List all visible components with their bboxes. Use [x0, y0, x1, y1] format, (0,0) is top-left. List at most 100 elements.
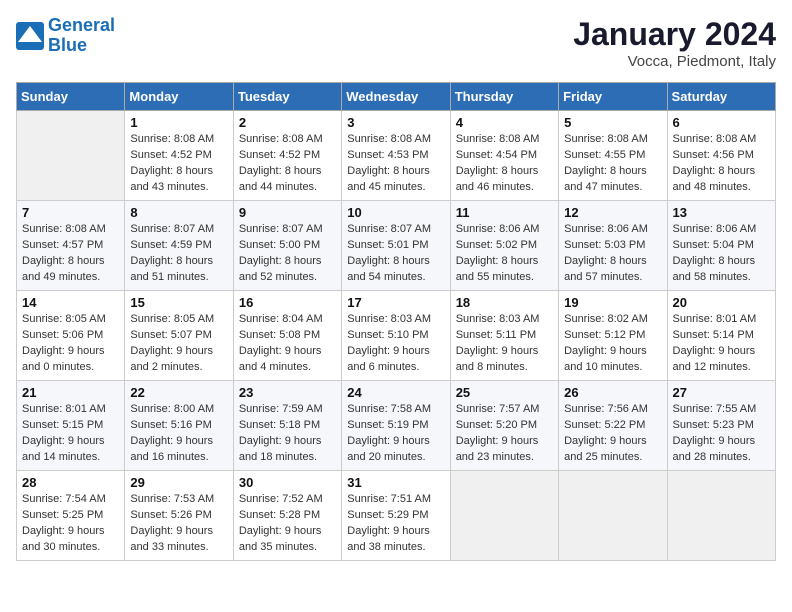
day-number: 6	[673, 115, 770, 130]
day-cell: 26 Sunrise: 7:56 AMSunset: 5:22 PMDayligh…	[559, 381, 667, 471]
day-info: Sunrise: 8:06 AMSunset: 5:04 PMDaylight:…	[673, 222, 770, 286]
day-info: Sunrise: 7:51 AMSunset: 5:29 PMDaylight:…	[347, 492, 444, 556]
day-cell: 10 Sunrise: 8:07 AMSunset: 5:01 PMDayligh…	[342, 201, 450, 291]
day-cell: 14 Sunrise: 8:05 AMSunset: 5:06 PMDayligh…	[17, 291, 125, 381]
weekday-header-row: SundayMondayTuesdayWednesdayThursdayFrid…	[17, 83, 776, 111]
day-cell: 18 Sunrise: 8:03 AMSunset: 5:11 PMDayligh…	[450, 291, 558, 381]
day-info: Sunrise: 8:03 AMSunset: 5:10 PMDaylight:…	[347, 312, 444, 376]
weekday-header-monday: Monday	[125, 83, 233, 111]
day-info: Sunrise: 8:03 AMSunset: 5:11 PMDaylight:…	[456, 312, 553, 376]
day-number: 14	[22, 295, 119, 310]
day-number: 9	[239, 205, 336, 220]
day-cell: 17 Sunrise: 8:03 AMSunset: 5:10 PMDayligh…	[342, 291, 450, 381]
day-info: Sunrise: 7:56 AMSunset: 5:22 PMDaylight:…	[564, 402, 661, 466]
day-number: 19	[564, 295, 661, 310]
day-cell: 30 Sunrise: 7:52 AMSunset: 5:28 PMDayligh…	[233, 471, 341, 561]
weekday-header-tuesday: Tuesday	[233, 83, 341, 111]
day-info: Sunrise: 7:59 AMSunset: 5:18 PMDaylight:…	[239, 402, 336, 466]
day-number: 7	[22, 205, 119, 220]
day-cell: 25 Sunrise: 7:57 AMSunset: 5:20 PMDayligh…	[450, 381, 558, 471]
day-number: 26	[564, 385, 661, 400]
week-row-1: 1 Sunrise: 8:08 AMSunset: 4:52 PMDaylight…	[17, 111, 776, 201]
day-number: 12	[564, 205, 661, 220]
day-info: Sunrise: 7:53 AMSunset: 5:26 PMDaylight:…	[130, 492, 227, 556]
day-cell: 3 Sunrise: 8:08 AMSunset: 4:53 PMDaylight…	[342, 111, 450, 201]
day-info: Sunrise: 8:08 AMSunset: 4:55 PMDaylight:…	[564, 132, 661, 196]
day-cell: 4 Sunrise: 8:08 AMSunset: 4:54 PMDaylight…	[450, 111, 558, 201]
day-info: Sunrise: 8:08 AMSunset: 4:52 PMDaylight:…	[130, 132, 227, 196]
day-number: 17	[347, 295, 444, 310]
day-number: 20	[673, 295, 770, 310]
weekday-header-thursday: Thursday	[450, 83, 558, 111]
day-info: Sunrise: 7:57 AMSunset: 5:20 PMDaylight:…	[456, 402, 553, 466]
day-cell: 13 Sunrise: 8:06 AMSunset: 5:04 PMDayligh…	[667, 201, 775, 291]
day-number: 22	[130, 385, 227, 400]
week-row-3: 14 Sunrise: 8:05 AMSunset: 5:06 PMDayligh…	[17, 291, 776, 381]
day-info: Sunrise: 8:08 AMSunset: 4:53 PMDaylight:…	[347, 132, 444, 196]
day-cell: 28Sunrise: 7:54 AMSunset: 5:25 PMDayligh…	[17, 471, 125, 561]
day-cell: 22 Sunrise: 8:00 AMSunset: 5:16 PMDayligh…	[125, 381, 233, 471]
day-cell: 29 Sunrise: 7:53 AMSunset: 5:26 PMDayligh…	[125, 471, 233, 561]
day-cell: 8 Sunrise: 8:07 AMSunset: 4:59 PMDaylight…	[125, 201, 233, 291]
day-info: Sunrise: 8:05 AMSunset: 5:06 PMDaylight:…	[22, 312, 119, 376]
day-cell: 31 Sunrise: 7:51 AMSunset: 5:29 PMDayligh…	[342, 471, 450, 561]
weekday-header-sunday: Sunday	[17, 83, 125, 111]
day-number: 25	[456, 385, 553, 400]
week-row-5: 28Sunrise: 7:54 AMSunset: 5:25 PMDayligh…	[17, 471, 776, 561]
day-number: 28	[22, 475, 119, 490]
day-cell	[450, 471, 558, 561]
day-cell: 23 Sunrise: 7:59 AMSunset: 5:18 PMDayligh…	[233, 381, 341, 471]
day-cell: 15 Sunrise: 8:05 AMSunset: 5:07 PMDayligh…	[125, 291, 233, 381]
page-header: General Blue January 2024 Vocca, Piedmon…	[16, 16, 776, 70]
day-cell: 9 Sunrise: 8:07 AMSunset: 5:00 PMDaylight…	[233, 201, 341, 291]
day-cell: 19 Sunrise: 8:02 AMSunset: 5:12 PMDayligh…	[559, 291, 667, 381]
weekday-header-wednesday: Wednesday	[342, 83, 450, 111]
day-number: 30	[239, 475, 336, 490]
day-info: Sunrise: 8:08 AMSunset: 4:56 PMDaylight:…	[673, 132, 770, 196]
day-number: 29	[130, 475, 227, 490]
day-number: 10	[347, 205, 444, 220]
day-number: 1	[130, 115, 227, 130]
day-number: 24	[347, 385, 444, 400]
day-info: Sunrise: 8:08 AMSunset: 4:57 PMDaylight:…	[22, 222, 119, 286]
day-info: Sunrise: 8:06 AMSunset: 5:03 PMDaylight:…	[564, 222, 661, 286]
weekday-header-friday: Friday	[559, 83, 667, 111]
day-number: 8	[130, 205, 227, 220]
week-row-4: 21Sunrise: 8:01 AMSunset: 5:15 PMDayligh…	[17, 381, 776, 471]
title-block: January 2024 Vocca, Piedmont, Italy	[573, 16, 776, 70]
day-info: Sunrise: 8:07 AMSunset: 5:00 PMDaylight:…	[239, 222, 336, 286]
day-cell: 2Sunrise: 8:08 AMSunset: 4:52 PMDaylight…	[233, 111, 341, 201]
day-number: 3	[347, 115, 444, 130]
day-info: Sunrise: 7:55 AMSunset: 5:23 PMDaylight:…	[673, 402, 770, 466]
day-number: 11	[456, 205, 553, 220]
day-cell: 27Sunrise: 7:55 AMSunset: 5:23 PMDayligh…	[667, 381, 775, 471]
month-title: January 2024	[573, 16, 776, 53]
day-number: 31	[347, 475, 444, 490]
day-info: Sunrise: 7:58 AMSunset: 5:19 PMDaylight:…	[347, 402, 444, 466]
day-info: Sunrise: 7:52 AMSunset: 5:28 PMDaylight:…	[239, 492, 336, 556]
day-info: Sunrise: 8:01 AMSunset: 5:14 PMDaylight:…	[673, 312, 770, 376]
location: Vocca, Piedmont, Italy	[573, 53, 776, 70]
day-cell: 7 Sunrise: 8:08 AMSunset: 4:57 PMDaylight…	[17, 201, 125, 291]
logo-text: General Blue	[48, 16, 115, 56]
day-cell	[667, 471, 775, 561]
day-number: 5	[564, 115, 661, 130]
day-info: Sunrise: 8:07 AMSunset: 4:59 PMDaylight:…	[130, 222, 227, 286]
day-number: 2	[239, 115, 336, 130]
day-number: 15	[130, 295, 227, 310]
day-cell: 11 Sunrise: 8:06 AMSunset: 5:02 PMDayligh…	[450, 201, 558, 291]
day-cell: 5 Sunrise: 8:08 AMSunset: 4:55 PMDaylight…	[559, 111, 667, 201]
day-info: Sunrise: 8:05 AMSunset: 5:07 PMDaylight:…	[130, 312, 227, 376]
day-info: Sunrise: 8:08 AMSunset: 4:54 PMDaylight:…	[456, 132, 553, 196]
day-cell: 20 Sunrise: 8:01 AMSunset: 5:14 PMDayligh…	[667, 291, 775, 381]
day-info: Sunrise: 8:02 AMSunset: 5:12 PMDaylight:…	[564, 312, 661, 376]
day-info: Sunrise: 8:00 AMSunset: 5:16 PMDaylight:…	[130, 402, 227, 466]
day-info: Sunrise: 8:07 AMSunset: 5:01 PMDaylight:…	[347, 222, 444, 286]
day-number: 23	[239, 385, 336, 400]
day-number: 13	[673, 205, 770, 220]
weekday-header-saturday: Saturday	[667, 83, 775, 111]
logo-icon	[16, 22, 44, 50]
day-info: Sunrise: 8:06 AMSunset: 5:02 PMDaylight:…	[456, 222, 553, 286]
day-number: 18	[456, 295, 553, 310]
day-number: 4	[456, 115, 553, 130]
